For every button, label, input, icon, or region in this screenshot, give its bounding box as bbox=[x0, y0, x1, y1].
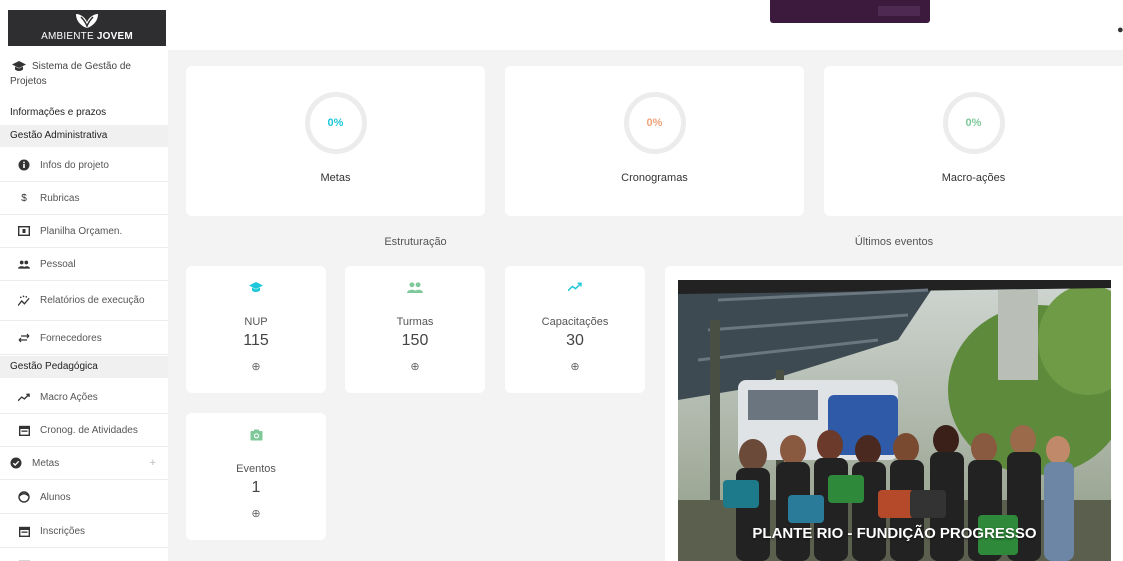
money-icon bbox=[18, 225, 30, 237]
event-photo-image bbox=[678, 280, 1111, 561]
trend-icon bbox=[18, 391, 30, 403]
info-icon bbox=[18, 159, 30, 171]
brand-name: AMBIENTE JOVEM bbox=[41, 31, 133, 42]
calendar-icon bbox=[18, 525, 30, 537]
sidebar-item-students[interactable]: Alunos bbox=[0, 481, 168, 514]
latest-event-card[interactable]: PLANTE RIO - FUNDIÇÃO PROGRESSO bbox=[665, 266, 1123, 561]
section-admin: Gestão Administrativa bbox=[0, 125, 168, 147]
stat-card-goals[interactable]: 0% Metas bbox=[186, 66, 485, 216]
face-icon bbox=[18, 491, 30, 503]
add-training-button[interactable]: ⊕ bbox=[505, 360, 645, 373]
trend-icon bbox=[505, 282, 645, 296]
system-title[interactable]: Sistema de Gestão de Projetos bbox=[0, 55, 168, 99]
sidebar-item-staff[interactable]: Pessoal bbox=[0, 248, 168, 281]
people-icon bbox=[345, 282, 485, 296]
sidebar-item-budget-sheet[interactable]: Planilha Orçamen. bbox=[0, 215, 168, 248]
brand-logo[interactable]: AMBIENTE JOVEM bbox=[8, 10, 166, 46]
leaf-logo-icon bbox=[76, 14, 98, 29]
structure-card-events[interactable]: Eventos 1 ⊕ bbox=[186, 413, 326, 540]
sidebar-item-execution-reports[interactable]: Relatórios de execução bbox=[0, 281, 168, 321]
event-photo[interactable]: PLANTE RIO - FUNDIÇÃO PROGRESSO bbox=[678, 280, 1111, 561]
card-value: 150 bbox=[401, 332, 429, 349]
section-pedagogic: Gestão Pedagógica bbox=[0, 356, 168, 378]
sidebar-item-suppliers[interactable]: Fornecedores bbox=[0, 322, 168, 355]
camera-icon bbox=[186, 429, 326, 443]
sidebar-item-registrations[interactable]: Inscrições bbox=[0, 515, 168, 548]
add-class-button[interactable]: ⊕ bbox=[345, 360, 485, 373]
card-label: NUP bbox=[244, 316, 268, 328]
event-caption: PLANTE RIO - FUNDIÇÃO PROGRESSO bbox=[752, 525, 1037, 542]
card-value: 30 bbox=[566, 332, 584, 349]
swap-icon bbox=[18, 332, 30, 344]
calendar-icon bbox=[18, 424, 30, 436]
sidebar-item-goals[interactable]: Metas + bbox=[0, 447, 168, 480]
add-event-button[interactable]: ⊕ bbox=[186, 507, 326, 520]
sidebar: AMBIENTE JOVEM Sistema de Gestão de Proj… bbox=[0, 0, 168, 561]
add-nup-button[interactable]: ⊕ bbox=[186, 360, 326, 373]
stat-card-macro-actions[interactable]: 0% Macro-ações bbox=[824, 66, 1123, 216]
card-label: Eventos bbox=[236, 463, 276, 475]
stat-label: Macro-ações bbox=[941, 172, 1006, 184]
trend-dots-icon bbox=[18, 295, 30, 307]
graduation-cap-icon bbox=[12, 60, 26, 71]
people-icon bbox=[18, 258, 30, 270]
structure-card-classes[interactable]: Turmas 150 ⊕ bbox=[345, 266, 485, 393]
dollar-icon: $ bbox=[21, 192, 27, 204]
graduation-cap-icon bbox=[186, 282, 326, 296]
stat-card-schedules[interactable]: 0% Cronogramas bbox=[505, 66, 804, 216]
sidebar-item-macro-actions[interactable]: Macro Ações bbox=[0, 381, 168, 414]
top-header: ● bbox=[168, 0, 1123, 50]
stat-label: Cronogramas bbox=[621, 172, 688, 184]
sidebar-item-activity-schedule[interactable]: Cronog. de Atividades bbox=[0, 414, 168, 447]
progress-ring: 0% bbox=[623, 92, 686, 154]
expand-icon[interactable]: + bbox=[150, 457, 156, 469]
check-circle-icon bbox=[10, 457, 22, 469]
section-title-structure: Estruturação bbox=[384, 236, 447, 248]
card-label: Turmas bbox=[396, 316, 434, 328]
header-banner[interactable] bbox=[770, 0, 930, 23]
progress-ring: 0% bbox=[304, 92, 367, 154]
user-menu-icon[interactable]: ● bbox=[1117, 24, 1123, 34]
sidebar-item-rubricas[interactable]: $ Rubricas bbox=[0, 182, 168, 215]
progress-ring: 0% bbox=[942, 92, 1005, 154]
card-label: Capacitações bbox=[541, 316, 609, 328]
card-value: 115 bbox=[243, 332, 269, 349]
structure-card-nup[interactable]: NUP 115 ⊕ bbox=[186, 266, 326, 393]
section-title-latest-events: Últimos eventos bbox=[854, 236, 934, 248]
structure-card-trainings[interactable]: Capacitações 30 ⊕ bbox=[505, 266, 645, 393]
stat-label: Metas bbox=[320, 172, 351, 184]
section-info-deadlines[interactable]: Informações e prazos bbox=[0, 102, 168, 124]
card-value: 1 bbox=[251, 479, 261, 496]
sidebar-item-next[interactable] bbox=[0, 549, 168, 561]
sidebar-item-project-info[interactable]: Infos do projeto bbox=[0, 149, 168, 182]
